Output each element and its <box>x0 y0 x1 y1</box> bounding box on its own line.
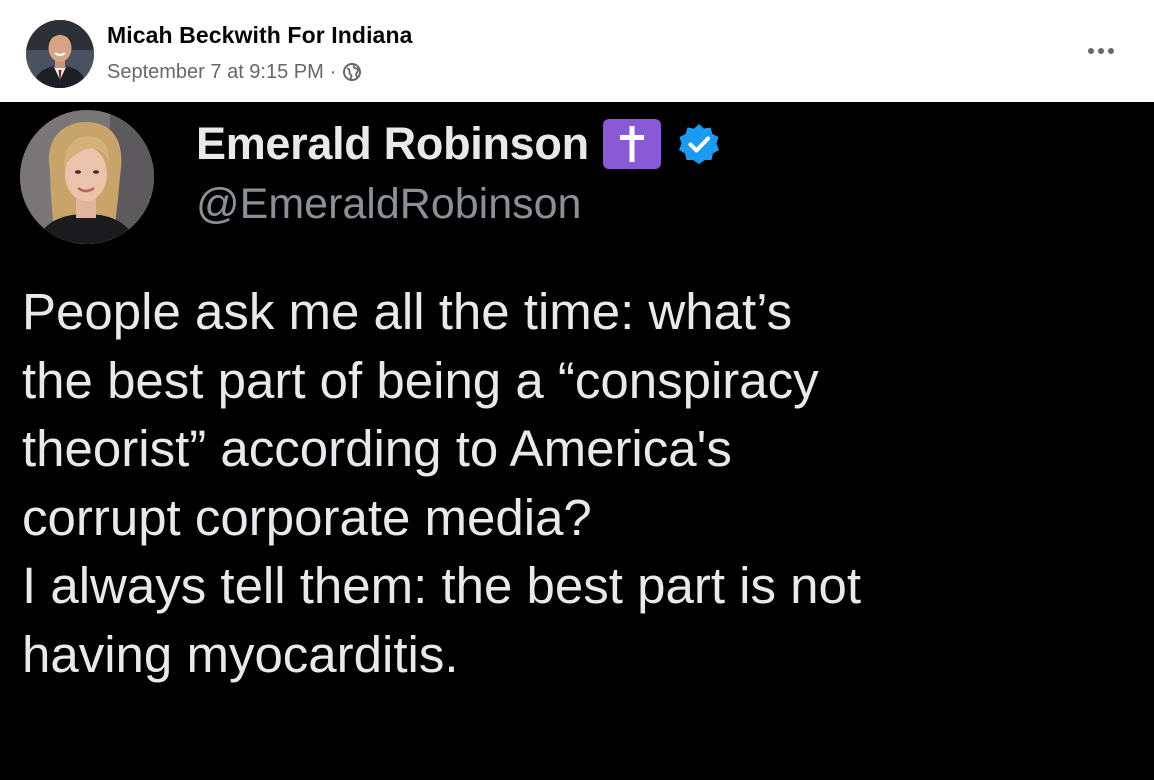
globe-icon[interactable] <box>342 62 362 82</box>
tweet-text-line: having myocarditis. <box>22 625 459 683</box>
post-timestamp[interactable]: September 7 at 9:15 PM <box>107 61 324 84</box>
verified-badge-icon <box>677 122 721 166</box>
tweet-text: People ask me all the time: what’s the b… <box>22 278 1152 689</box>
tweet-text-line: People ask me all the time: what’s <box>22 283 793 340</box>
tweet-text-line: corrupt corporate media? <box>22 488 592 546</box>
author-name[interactable]: Micah Beckwith For Indiana <box>107 22 413 49</box>
tweet-handle: @EmeraldRobinson <box>196 180 582 228</box>
post-header: Micah Beckwith For Indiana September 7 a… <box>0 0 1154 102</box>
tweet-author-avatar <box>20 110 154 244</box>
tweet-text-line: I always tell them: the best part is not <box>22 557 862 614</box>
tweet-author-row: Emerald Robinson <box>196 116 721 172</box>
more-dot <box>1098 48 1104 54</box>
meta-separator: · <box>329 60 337 83</box>
more-options-button[interactable] <box>1076 34 1126 68</box>
post-image[interactable]: Emerald Robinson @EmeraldRobinson People… <box>0 102 1154 780</box>
author-avatar[interactable] <box>26 20 94 88</box>
tweet-text-line: the best part of being a “conspiracy <box>22 351 819 409</box>
more-dot <box>1108 48 1114 54</box>
tweet-display-name: Emerald Robinson <box>196 118 589 169</box>
cross-emoji-icon <box>602 119 661 169</box>
tweet-text-line: theorist” according to America's <box>22 420 732 477</box>
facebook-post: Micah Beckwith For Indiana September 7 a… <box>0 0 1154 780</box>
post-meta: September 7 at 9:15 PM · <box>107 59 362 85</box>
more-options-icon <box>1088 48 1094 54</box>
